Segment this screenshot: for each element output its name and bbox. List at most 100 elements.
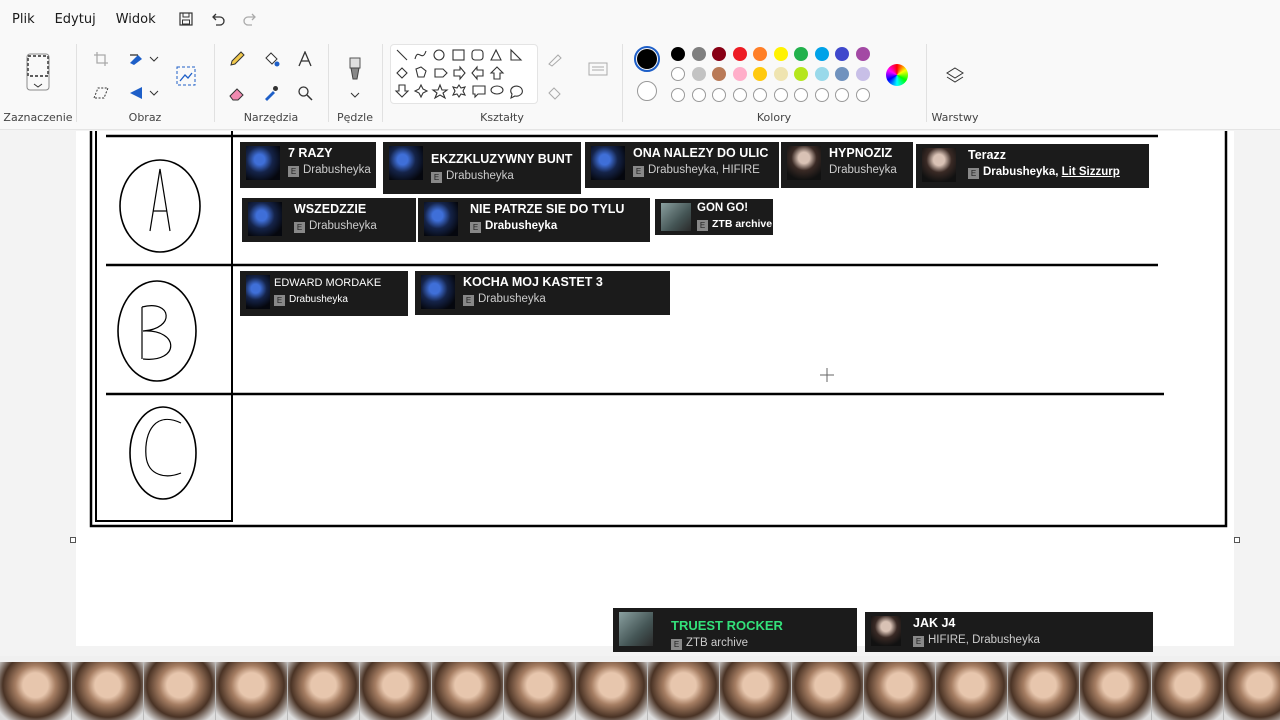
group-tools: Narzędzia [216,38,326,130]
song-card[interactable]: EKZZKLUZYWNY BUNT E Drabusheyka [383,142,581,194]
custom-color-slot[interactable] [753,88,767,102]
menu-view[interactable]: Widok [108,8,164,31]
pencil-icon[interactable] [226,48,248,70]
custom-color-slot[interactable] [671,88,685,102]
edit-colors-icon[interactable] [886,64,908,86]
custom-color-slot[interactable] [835,88,849,102]
song-card[interactable]: GON GO! E ZTB archive [655,199,773,235]
shape-fill-icon[interactable] [544,82,566,104]
song-title: GON GO! [697,202,749,214]
song-card[interactable]: JAK J4 E HIFIRE, Drabusheyka [865,612,1153,652]
resize-handle[interactable] [1234,537,1240,543]
color-swatch[interactable] [814,47,829,61]
color-swatch[interactable] [855,67,870,81]
explicit-icon: E [274,295,285,306]
skew-icon[interactable] [90,82,112,104]
brush-icon[interactable] [343,56,367,82]
tier-b-letter-strokes [141,305,172,360]
strip-photo [216,662,288,720]
color-swatch[interactable] [814,67,829,81]
song-card[interactable]: TRUEST ROCKER E ZTB archive [613,608,857,652]
redo-icon[interactable] [236,5,264,33]
resize-handle[interactable] [70,537,76,543]
song-card[interactable]: ONA NALEZY DO ULIC E Drabusheyka, HIFIRE [585,142,779,188]
song-card[interactable]: KOCHA MOJ KASTET 3 E Drabusheyka [415,271,670,315]
layers-icon[interactable] [943,64,967,88]
song-card[interactable]: HYPNOZIZ Drabusheyka [781,142,913,188]
custom-color-slot[interactable] [794,88,808,102]
shapes-gallery-icons[interactable] [391,45,537,105]
resize-icon[interactable] [126,48,148,70]
canvas[interactable]: A B C 7 RAZY E Drabusheyka EKZZKLUZYWNY B… [76,131,1234,652]
color-swatch[interactable] [794,47,808,61]
color-swatch[interactable] [753,67,767,81]
text-icon[interactable] [294,48,316,70]
artist-name[interactable]: Lit Sizzurp [1062,166,1120,178]
image-select-icon[interactable] [174,64,198,88]
color-swatch[interactable] [773,67,788,81]
color-swatch[interactable] [794,67,808,81]
magnifier-icon[interactable] [294,82,316,104]
artist-name: Drabusheyka [485,220,558,232]
menu-edit[interactable]: Edytuj [47,8,104,31]
artist-name[interactable]: Drabusheyka [983,166,1055,178]
custom-color-slot[interactable] [814,88,829,102]
image-strip [0,662,1280,720]
custom-color-slot[interactable] [712,88,726,102]
color-swatch[interactable] [753,47,767,61]
song-card[interactable]: EDWARD MORDAKE E Drabusheyka [240,271,408,316]
color-swatch[interactable] [691,47,706,61]
chevron-down-icon[interactable] [148,48,160,70]
color-swatch[interactable] [835,67,849,81]
shape-style-icon[interactable] [584,58,612,80]
strip-photo [0,662,72,720]
fill-bucket-icon[interactable] [260,48,282,70]
artist-name: Drabusheyka [478,293,546,305]
song-artist: E ZTB archive [671,637,748,650]
custom-color-slot[interactable] [732,88,747,102]
color-swatch[interactable] [712,47,726,61]
chevron-down-icon[interactable] [148,82,160,104]
explicit-icon: E [913,636,924,647]
group-colors: Kolory [624,38,924,130]
save-icon[interactable] [172,5,200,33]
color-swatch[interactable] [773,47,788,61]
color-swatch[interactable] [671,67,685,81]
album-thumbnail [871,616,901,646]
custom-color-slot[interactable] [691,88,706,102]
crop-icon[interactable] [90,48,112,70]
color-swatch[interactable] [732,47,747,61]
color-swatch[interactable] [671,47,685,61]
custom-color-slot[interactable] [773,88,788,102]
undo-icon[interactable] [204,5,232,33]
group-layers: Warstwy [928,38,982,130]
rotate-icon[interactable] [126,82,148,104]
eraser-icon[interactable] [226,82,248,104]
primary-color[interactable] [634,46,660,72]
crosshair-cursor-icon [820,368,834,382]
secondary-color[interactable] [637,81,657,101]
color-swatch[interactable] [732,67,747,81]
color-swatch[interactable] [691,67,706,81]
song-artist: E HIFIRE, Drabusheyka [913,634,1040,647]
song-card[interactable]: WSZEDZZIE E Drabusheyka [242,198,416,242]
menu-file[interactable]: Plik [4,8,43,31]
artist-name: Drabusheyka, HIFIRE [648,164,760,176]
song-card[interactable]: 7 RAZY E Drabusheyka [240,142,376,188]
explicit-icon: E [968,168,979,179]
explicit-icon: E [463,295,474,306]
select-rectangle-icon[interactable] [24,52,52,92]
color-swatch[interactable] [835,47,849,61]
song-card[interactable]: Terazz E Drabusheyka, Lit Sizzurp [916,144,1149,188]
album-thumbnail [389,146,423,180]
color-swatch[interactable] [712,67,726,81]
custom-color-slot[interactable] [855,88,870,102]
color-swatch[interactable] [855,47,870,61]
explicit-icon: E [288,166,299,177]
song-artist: E Drabusheyka, Lit Sizzurp [968,166,1120,179]
outline-icon[interactable] [544,48,566,70]
color-picker-icon[interactable] [260,82,282,104]
explicit-icon: E [697,220,708,231]
chevron-down-icon[interactable] [349,84,361,106]
song-card[interactable]: NIE PATRZE SIE DO TYLU E Drabusheyka [418,198,650,242]
